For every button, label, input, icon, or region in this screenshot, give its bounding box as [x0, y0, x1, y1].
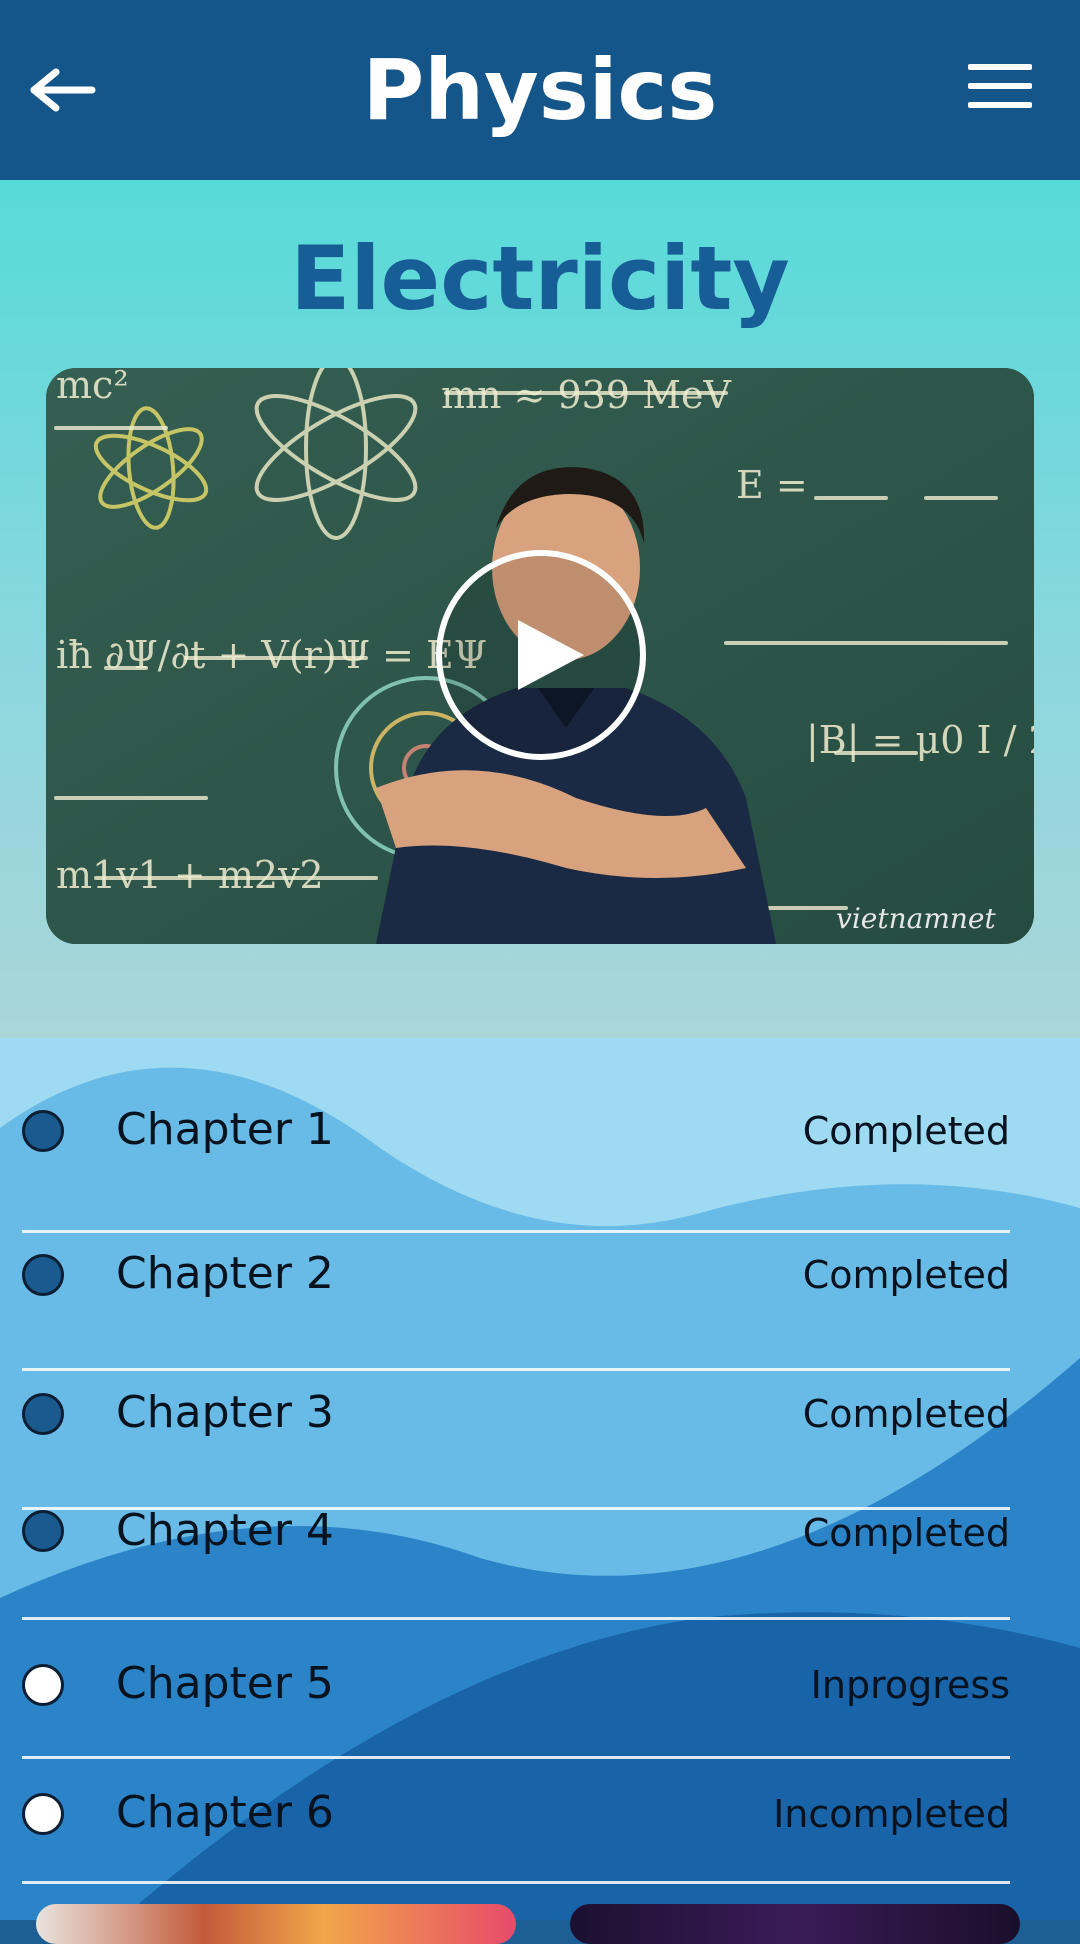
chapter-list: Chapter 1 Completed Chapter 2 Completed …	[0, 1038, 1080, 1920]
play-button[interactable]	[434, 548, 648, 762]
svg-text:mn ≈ 939 MeV: mn ≈ 939 MeV	[441, 373, 732, 417]
lesson-title: Electricity	[290, 227, 790, 330]
status-dot	[22, 1110, 64, 1152]
chapter-row-3[interactable]: Chapter 3 Completed	[22, 1371, 1010, 1510]
video-watermark: vietnamnet	[836, 902, 996, 935]
hamburger-menu-icon	[968, 64, 1032, 108]
chapter-title: Chapter 2	[116, 1248, 334, 1299]
chapter-status: Completed	[802, 1511, 1010, 1555]
chapter-title: Chapter 3	[116, 1387, 334, 1438]
svg-text:mc²: mc²	[56, 368, 129, 407]
chapter-title: Chapter 1	[116, 1104, 334, 1155]
play-icon	[436, 550, 646, 760]
chapter-status: Completed	[802, 1392, 1010, 1436]
chapter-status: Completed	[802, 1109, 1010, 1153]
chapter-status: Inprogress	[810, 1663, 1010, 1707]
status-dot	[22, 1393, 64, 1435]
course-card-thumbnail-1[interactable]	[36, 1904, 516, 1944]
lesson-hero: Electricity mc² mn ≈ 939 MeV E = iħ ∂Ψ/∂…	[0, 180, 1080, 1038]
svg-text:E =: E =	[736, 463, 808, 507]
page-title: Physics	[362, 41, 718, 139]
chapter-row-1[interactable]: Chapter 1 Completed	[22, 1090, 1010, 1233]
chapter-title: Chapter 6	[116, 1787, 334, 1838]
status-dot	[22, 1254, 64, 1296]
chapter-title: Chapter 5	[116, 1658, 334, 1709]
app-header: Physics	[0, 0, 1080, 180]
course-card-thumbnail-2[interactable]	[570, 1904, 1020, 1944]
chapter-title: Chapter 4	[116, 1505, 334, 1556]
svg-text:iħ ∂Ψ/∂t + V(r)Ψ = EΨ: iħ ∂Ψ/∂t + V(r)Ψ = EΨ	[56, 633, 487, 677]
status-dot	[22, 1664, 64, 1706]
chapter-status: Completed	[802, 1253, 1010, 1297]
chapter-row-2[interactable]: Chapter 2 Completed	[22, 1230, 1010, 1371]
chapter-row-5[interactable]: Chapter 5 Inprogress	[22, 1620, 1010, 1759]
svg-text:m1v1 + m2v2: m1v1 + m2v2	[56, 853, 324, 897]
lesson-video[interactable]: mc² mn ≈ 939 MeV E = iħ ∂Ψ/∂t + V(r)Ψ = …	[46, 368, 1034, 944]
chapter-status: Incompleted	[773, 1792, 1010, 1836]
status-dot	[22, 1510, 64, 1552]
svg-text:|B| = μ0 I / 2πd: |B| = μ0 I / 2πd	[806, 718, 1034, 762]
menu-button[interactable]	[960, 58, 1036, 118]
status-dot	[22, 1793, 64, 1835]
chapter-row-6[interactable]: Chapter 6 Incompleted	[22, 1759, 1010, 1884]
chapter-row-4[interactable]: Chapter 4 Completed	[22, 1505, 1010, 1620]
